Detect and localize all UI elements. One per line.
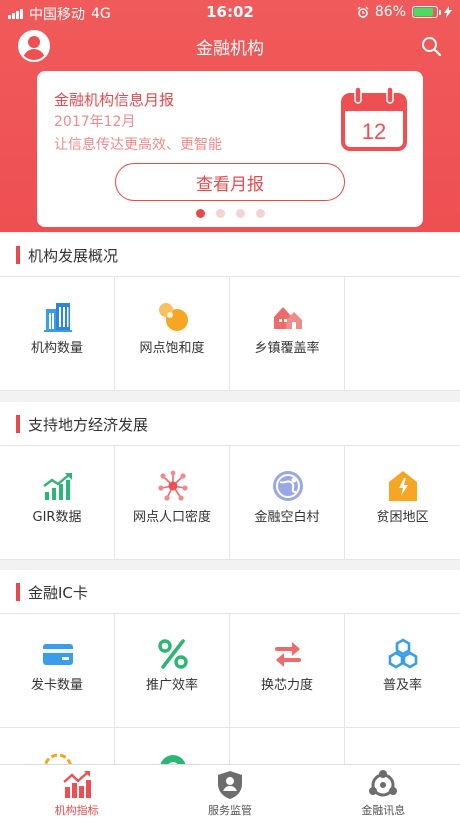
calendar-day: 12 [362,119,386,144]
menu-item-empty [345,277,460,390]
menu-item-partial[interactable] [115,728,230,764]
section-title: 机构发展概况 [28,247,119,265]
page-title: 金融机构 [196,39,264,59]
monthly-report-banner: 金融机构信息月报 2017年12月 让信息传达更高效、更智能 12 查看月报 [37,71,423,227]
nodes-icon [369,770,398,797]
hexagons-icon [388,638,418,669]
menu-item-institution-count[interactable]: 机构数量 [0,277,115,390]
menu-item-label: 贫困地区 [376,510,429,525]
menu-grid [0,728,460,764]
menu-item-label: GIR数据 [32,510,82,525]
shield-icon [217,771,242,799]
menu-item-label: 机构数量 [30,341,83,356]
menu-grid: GIR数据 网点人口密度 金融空白村 贫困地区 [0,446,460,560]
menu-item-blank-villages[interactable]: 金融空白村 [230,446,345,559]
tab-label: 金融讯息 [361,804,406,817]
section-header: 支持地方经济发展 [0,402,460,446]
menu-item-township-coverage[interactable]: 乡镇覆盖率 [230,277,345,390]
banner-title: 金融机构信息月报 [54,91,175,109]
menu-item-label: 换芯力度 [260,678,313,693]
header-background: 中国移动 4G 16:02 86% 金融机构 金融机构信息月报 2017年12月… [0,0,460,232]
swap-icon [275,642,301,667]
location-icon [160,755,186,764]
menu-item-penetration-rate[interactable]: 普及率 [345,614,460,727]
view-report-button[interactable]: 查看月报 [115,163,345,201]
calendar-icon: 12 [341,87,407,151]
menu-item-poverty-areas[interactable]: 贫困地区 [345,446,460,559]
alarm-icon [357,6,369,18]
menu-item-cards-issued[interactable]: 发卡数量 [0,614,115,727]
chart-icon [62,771,91,798]
percent-icon [158,639,188,669]
menu-grid: 发卡数量 推广效率 换芯力度 普及率 [0,614,460,728]
menu-item-gir-data[interactable]: GIR数据 [0,446,115,559]
section-title: 支持地方经济发展 [28,416,149,434]
globe-icon [273,471,303,501]
menu-item-outlet-density[interactable]: 网点人口密度 [115,446,230,559]
menu-item-label: 普及率 [382,678,422,693]
menu-grid: 机构数量 网点饱和度 乡镇覆盖率 [0,277,460,391]
menu-item-label: 发卡数量 [30,678,83,693]
battery-icon [412,6,441,18]
tab-label: 服务监管 [207,804,252,817]
section-marker [16,246,20,264]
section-header: 机构发展概况 [0,233,460,277]
navigation-bar: 金融机构 [0,24,460,68]
charging-icon [444,6,452,18]
carousel-dots [196,209,265,218]
coin-icon [44,753,72,764]
tab-financial-news[interactable]: 金融讯息 [307,765,460,818]
bubbles-icon [159,303,188,331]
carousel-dot[interactable] [256,209,265,218]
section-marker [16,415,20,433]
menu-item-label: 网点饱和度 [139,341,205,356]
building-icon [44,303,72,332]
banner-slogan: 让信息传达更高效、更智能 [54,137,222,153]
section-marker [16,583,20,601]
tab-service-supervision[interactable]: 服务监管 [153,765,306,818]
tab-institution-indicators[interactable]: 机构指标 [0,765,153,818]
menu-item-partial[interactable] [230,728,345,764]
tab-label: 机构指标 [54,804,99,817]
status-bar: 中国移动 4G 16:02 86% [0,0,460,24]
card-icon [43,644,73,665]
search-icon[interactable] [420,35,442,57]
menu-item-partial[interactable] [345,728,460,764]
houses-icon [274,307,302,329]
carousel-dot[interactable] [236,209,245,218]
menu-item-label: 乡镇覆盖率 [254,341,320,356]
section-title: 金融IC卡 [28,584,88,602]
poverty-area-icon [389,471,417,501]
menu-item-label: 金融空白村 [254,510,320,525]
menu-item-partial[interactable] [0,728,115,764]
menu-item-label: 推广效率 [145,678,198,693]
tab-bar: 机构指标 服务监管 金融讯息 [0,764,460,818]
menu-item-chip-replacement[interactable]: 换芯力度 [230,614,345,727]
carousel-dot[interactable] [216,209,225,218]
menu-item-label: 网点人口密度 [132,510,211,525]
network-icon [158,470,188,501]
menu-item-outlet-saturation[interactable]: 网点饱和度 [115,277,230,390]
section-header: 金融IC卡 [0,570,460,614]
battery-percent: 86% [374,4,406,20]
growth-chart-icon [43,473,72,500]
carousel-dot[interactable] [196,209,205,218]
banner-date: 2017年12月 [54,114,136,130]
menu-item-promotion-efficiency[interactable]: 推广效率 [115,614,230,727]
